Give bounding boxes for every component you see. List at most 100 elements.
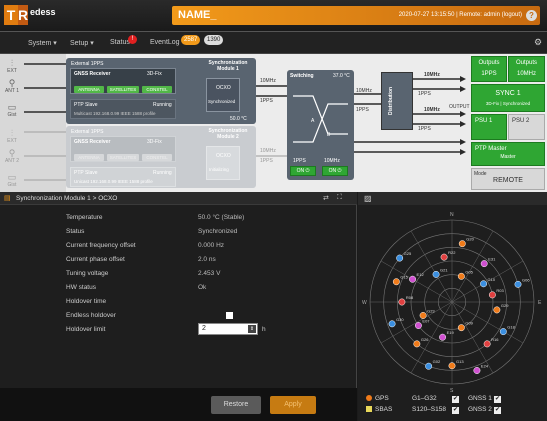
stepper-icon[interactable]: ⇕ [248,325,256,333]
satellite-marker[interactable] [396,254,404,262]
menu-system[interactable]: System ▾ [28,39,57,47]
10mhz-on-indicator[interactable]: ON ⏻ [322,166,348,176]
menu-bar: System ▾ Setup ▾ Status ! EventLog 2587 … [0,32,547,54]
satellite-marker[interactable] [493,306,501,314]
switch-path-b: B [327,132,331,138]
outputs-10mhz-tile[interactable]: Outputs 10MHz [508,56,545,82]
settings-gear-icon[interactable]: ⚙ [534,37,542,48]
mode-tile[interactable]: Mode REMOTE [471,168,545,190]
on-label: ON [296,168,305,174]
distribution-block[interactable]: Distribution [381,72,413,130]
gnss-receiver-2[interactable]: GNSS Receiver 3D-Fix ANTENNA SATELLITES … [70,136,176,162]
satellite-marker[interactable] [414,322,422,329]
satellite-marker[interactable] [419,312,427,319]
sync-module-2[interactable]: Synchronization Module 2 External 1PPS G… [66,126,256,188]
legend-gnss-2: GNSS 2 [468,406,492,413]
satellite-marker[interactable] [483,340,491,348]
legend-gnss-1: GNSS 1 [468,395,492,402]
eventlog-count-info[interactable]: 1390 [204,35,224,45]
menu-setup[interactable]: Setup ▾ [70,39,94,47]
antenna-chip[interactable]: ANTENNA [74,86,104,93]
expand-icon[interactable]: ⛶ [337,194,342,202]
module-title: Synchronization Module 1 [208,60,248,72]
status-alert-badge: ! [128,35,137,44]
help-icon[interactable]: ? [526,10,537,21]
switch-paths [293,95,348,143]
satellite-marker[interactable] [432,270,440,278]
sync-title: SYNC 1 [495,90,521,97]
gnss-label: GNSS Receiver [74,71,111,77]
distribution-10mhz-input: 10MHz [356,88,372,94]
outputs-1pps-tile[interactable]: Outputs 1PPS [471,56,507,82]
gnss-receiver-1[interactable]: GNSS Receiver 3D-Fix ANTENNA SATELLITES … [70,68,176,94]
holdover-limit-input[interactable]: 2 ⇕ [198,323,258,335]
satellite-marker[interactable] [488,291,496,299]
constellation-chip[interactable]: CONSTEL [142,154,172,161]
ocxo-state: Initializing [209,167,229,172]
antenna-chip[interactable]: ANTENNA [74,154,104,161]
satellite-marker[interactable] [480,280,488,288]
sync-subtitle: 3D-Fix | Synchronized [485,101,531,106]
swap-icon[interactable]: ⇄ [323,194,329,202]
constellation-chip[interactable]: CONSTEL [142,86,172,93]
output-10mhz-label: 10MHz [424,72,440,78]
sync-module-1[interactable]: Synchronization Module 1 External 1PPS G… [66,58,256,124]
satellite-label: G09 [465,321,473,326]
satellites-chip[interactable]: SATELLITES [107,154,139,161]
menu-icon[interactable]: ▤ [4,194,11,202]
satellites-chip[interactable]: SATELLITES [107,86,139,93]
gnss-label: GNSS Receiver [74,139,111,145]
satellite-marker[interactable] [457,272,465,280]
row-value-status: Synchronized [198,228,238,235]
switch-1pps-label: 1PPS [293,158,306,164]
session-info[interactable]: 2020-07-27 13:15:50 | Remote: admin (log… [399,12,522,18]
legend-gps: GPS [366,395,389,402]
gnss-2-checkbox[interactable]: ✔ [494,407,501,414]
satellite-marker[interactable] [457,324,465,332]
legend-sbas: SBAS [366,406,392,413]
satellite-marker[interactable] [413,340,421,348]
satellite-marker[interactable] [448,362,456,370]
satellite-marker[interactable] [398,298,406,306]
satellite-marker[interactable] [499,328,507,336]
gnss-1-checkbox[interactable]: ✔ [494,396,501,403]
satellite-marker[interactable] [392,278,400,286]
1pps-on-indicator[interactable]: ON ⏻ [290,166,316,176]
satellite-marker[interactable] [480,260,488,268]
satellite-marker[interactable] [425,362,433,370]
satellite-marker[interactable] [440,253,448,261]
row-label-holdover-limit: Holdover limit [66,326,106,333]
restore-button[interactable]: Restore [211,396,261,414]
ocxo-1[interactable]: OCXO Synchronized [206,78,240,112]
menu-eventlog[interactable]: EventLog [150,39,180,46]
mode-value: REMOTE [493,177,523,184]
ptp-master-tile[interactable]: PTP Master Master [471,142,545,166]
endless-holdover-checkbox[interactable] [226,312,233,319]
switch-10mhz-label: 10MHz [324,158,340,164]
tile-value: 10MHz [516,71,536,77]
satellite-marker[interactable] [458,240,466,248]
eventlog-count-warning[interactable]: 2587 [181,35,201,45]
satellite-marker[interactable] [473,367,481,374]
satellite-marker[interactable] [514,280,522,288]
satellite-label: G30 [396,317,404,322]
sbas-checkbox[interactable]: ✔ [452,407,459,414]
logo-letter: T [4,5,18,25]
ptp-slave-2[interactable]: PTP Slave Running Unicast 192.168.0.99 I… [70,167,176,187]
sync-status-tile[interactable]: SYNC 1 3D-Fix | Synchronized [471,84,545,112]
satellite-marker[interactable] [409,275,416,283]
satellite-marker[interactable] [388,320,396,328]
apply-button[interactable]: Apply [270,396,316,414]
gps-checkbox[interactable]: ✔ [452,396,459,403]
tile-title: Outputs [478,60,500,66]
menu-status[interactable]: Status [110,39,130,46]
switching-block[interactable]: Switching 37.0 °C A B 1PPS 10MHz ON ⏻ ON… [287,70,354,180]
module-temperature: 50.0 °C [230,116,247,122]
satellite-marker[interactable] [439,333,447,341]
ptp-slave-1[interactable]: PTP Slave Running Multicast 192.168.0.99… [70,99,176,119]
image-icon[interactable]: ▨ [364,194,372,203]
psu-1-tile[interactable]: PSU 1 [471,114,507,140]
ocxo-2[interactable]: OCXO Initializing [206,146,240,180]
satellite-label: G21 [440,267,448,272]
psu-2-tile[interactable]: PSU 2 [508,114,545,140]
